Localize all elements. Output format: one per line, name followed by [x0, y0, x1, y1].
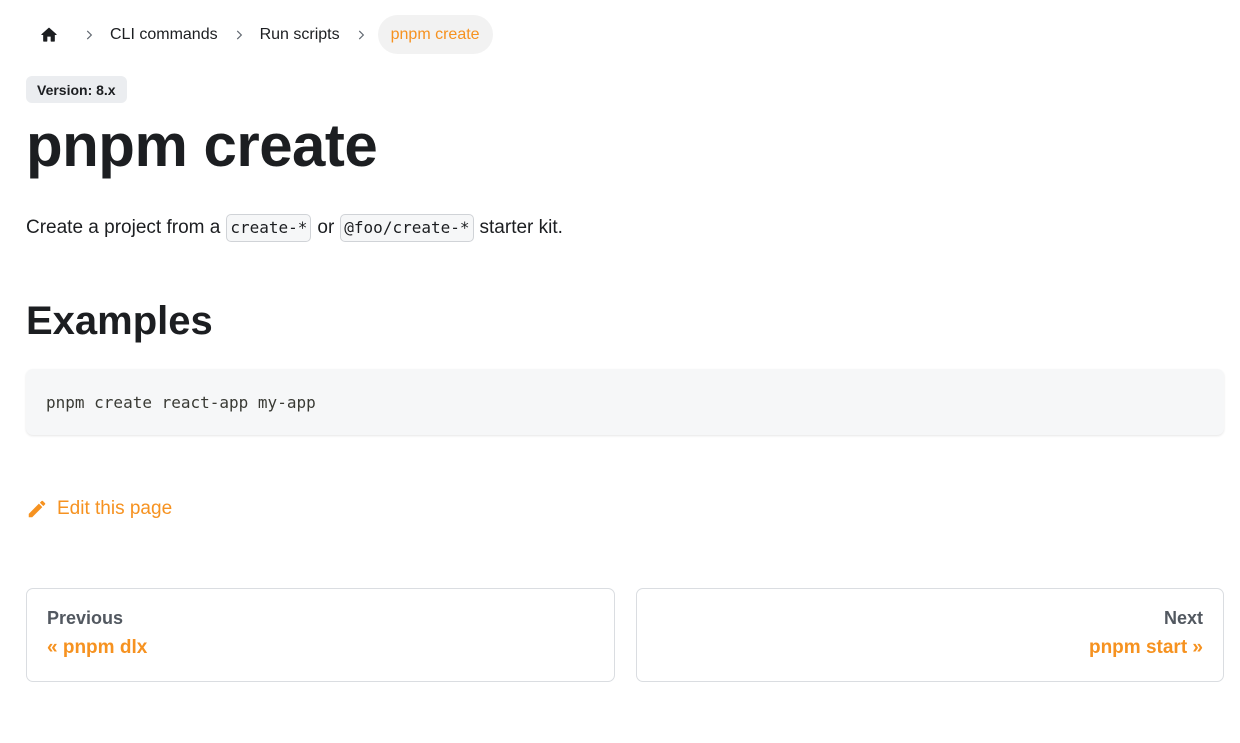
doc-pagination: Previous « pnpm dlx Next pnpm start »	[26, 588, 1224, 682]
previous-page-link[interactable]: Previous « pnpm dlx	[26, 588, 615, 682]
home-icon	[41, 27, 57, 42]
inline-code: create-*	[226, 214, 312, 242]
chevron-right-icon	[344, 28, 378, 42]
version-badge: Version: 8.x	[26, 76, 127, 103]
edit-page-link[interactable]: Edit this page	[26, 498, 172, 520]
next-page-link[interactable]: Next pnpm start »	[635, 588, 1224, 682]
breadcrumb-current: pnpm create	[377, 15, 493, 54]
breadcrumb-home[interactable]	[26, 15, 72, 54]
previous-title: « pnpm dlx	[47, 637, 148, 658]
next-title: pnpm start »	[1088, 637, 1203, 658]
code-line: pnpm create react-app my-app	[46, 392, 316, 412]
page: CLI commands Run scripts pnpm create Ver…	[0, 0, 1240, 743]
chevron-right-icon	[72, 28, 106, 42]
breadcrumb: CLI commands Run scripts pnpm create	[26, 15, 493, 54]
edit-page-label: Edit this page	[57, 498, 173, 519]
breadcrumb-run-scripts[interactable]: Run scripts	[256, 15, 344, 54]
breadcrumb-cli-commands[interactable]: CLI commands	[106, 15, 222, 54]
page-description: Create a project from a create-* or @foo…	[26, 212, 563, 244]
inline-code: @foo/create-*	[340, 214, 474, 242]
next-sublabel: Next	[1163, 608, 1203, 628]
description-text: starter kit.	[479, 217, 563, 238]
pencil-icon	[28, 500, 46, 518]
chevron-right-icon	[222, 28, 256, 42]
previous-sublabel: Previous	[47, 608, 124, 628]
description-text: Create a project from a	[26, 217, 221, 238]
code-block[interactable]: pnpm create react-app my-app	[26, 369, 1224, 435]
examples-heading: Examples	[26, 299, 213, 343]
page-title: pnpm create	[26, 112, 378, 179]
description-text: or	[317, 217, 335, 238]
